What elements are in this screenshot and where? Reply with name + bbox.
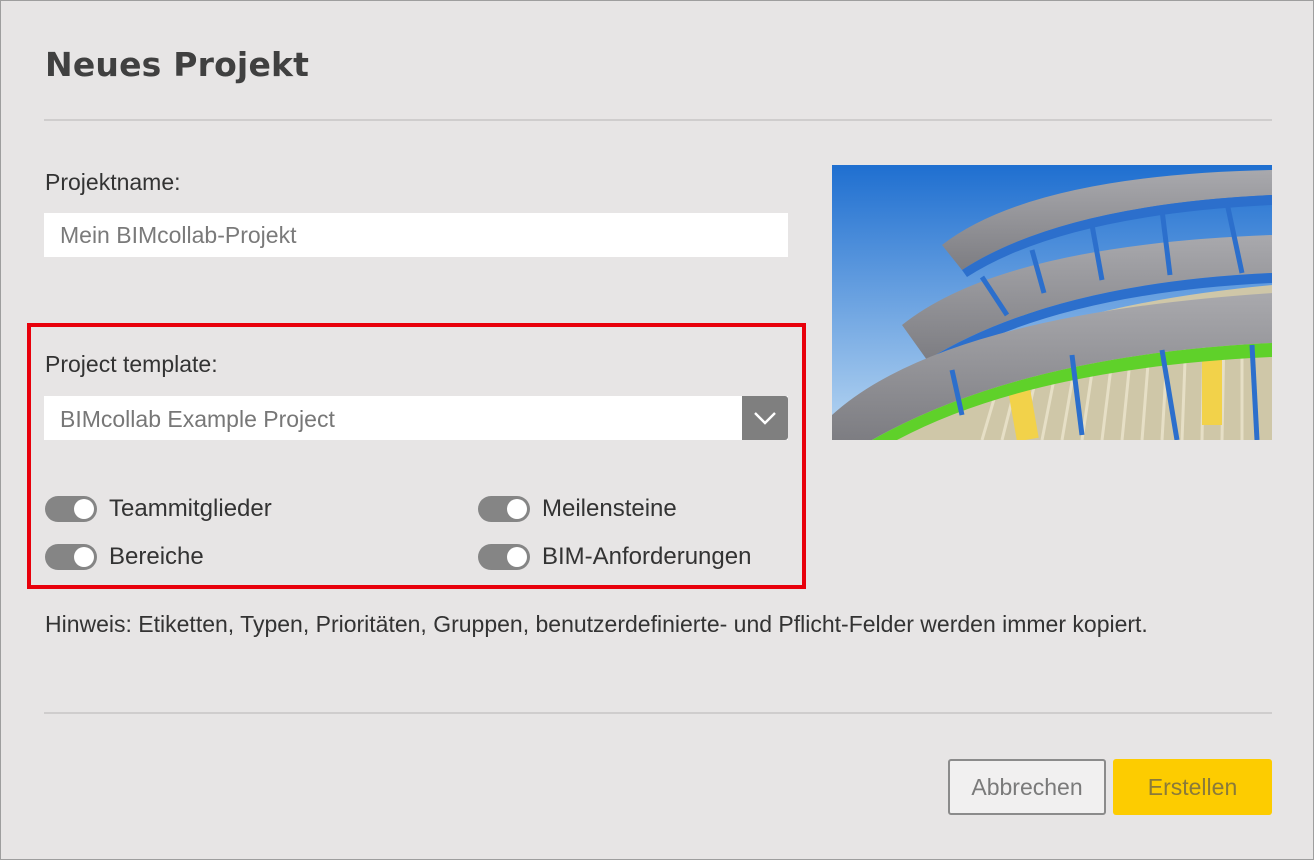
- toggle-row-bim-anforderungen: BIM-Anforderungen: [478, 543, 751, 571]
- dialog-title: Neues Projekt: [45, 45, 310, 84]
- toggle-knob: [74, 499, 94, 519]
- copy-hint-note: Hinweis: Etiketten, Typen, Prioritäten, …: [45, 611, 1148, 637]
- header-divider: [44, 119, 1272, 121]
- teammitglieder-label: Teammitglieder: [109, 495, 272, 522]
- cancel-button[interactable]: Abbrechen: [948, 759, 1106, 815]
- toggle-knob: [74, 547, 94, 567]
- toggle-knob: [507, 547, 527, 567]
- project-template-select[interactable]: BIMcollab Example Project: [44, 396, 788, 440]
- project-template-value: BIMcollab Example Project: [60, 406, 335, 432]
- toggle-row-meilensteine: Meilensteine: [478, 495, 677, 523]
- project-template-label: Project template:: [45, 351, 218, 377]
- project-name-label: Projektname:: [45, 169, 181, 195]
- teammitglieder-toggle[interactable]: [45, 496, 97, 522]
- meilensteine-label: Meilensteine: [542, 495, 677, 522]
- footer-divider: [44, 712, 1272, 714]
- bim-anforderungen-toggle[interactable]: [478, 544, 530, 570]
- meilensteine-toggle[interactable]: [478, 496, 530, 522]
- dropdown-button[interactable]: [742, 396, 788, 440]
- toggle-row-teammitglieder: Teammitglieder: [45, 495, 272, 523]
- toggle-row-bereiche: Bereiche: [45, 543, 204, 571]
- bereiche-label: Bereiche: [109, 543, 204, 570]
- create-button[interactable]: Erstellen: [1113, 759, 1272, 815]
- bereiche-toggle[interactable]: [45, 544, 97, 570]
- chevron-down-icon: [754, 412, 776, 425]
- bim-anforderungen-label: BIM-Anforderungen: [542, 543, 752, 570]
- project-name-input[interactable]: [44, 213, 788, 257]
- new-project-dialog: Neues Projekt Projektname: Project templ…: [0, 0, 1314, 860]
- toggle-knob: [507, 499, 527, 519]
- template-preview-image: [832, 165, 1272, 440]
